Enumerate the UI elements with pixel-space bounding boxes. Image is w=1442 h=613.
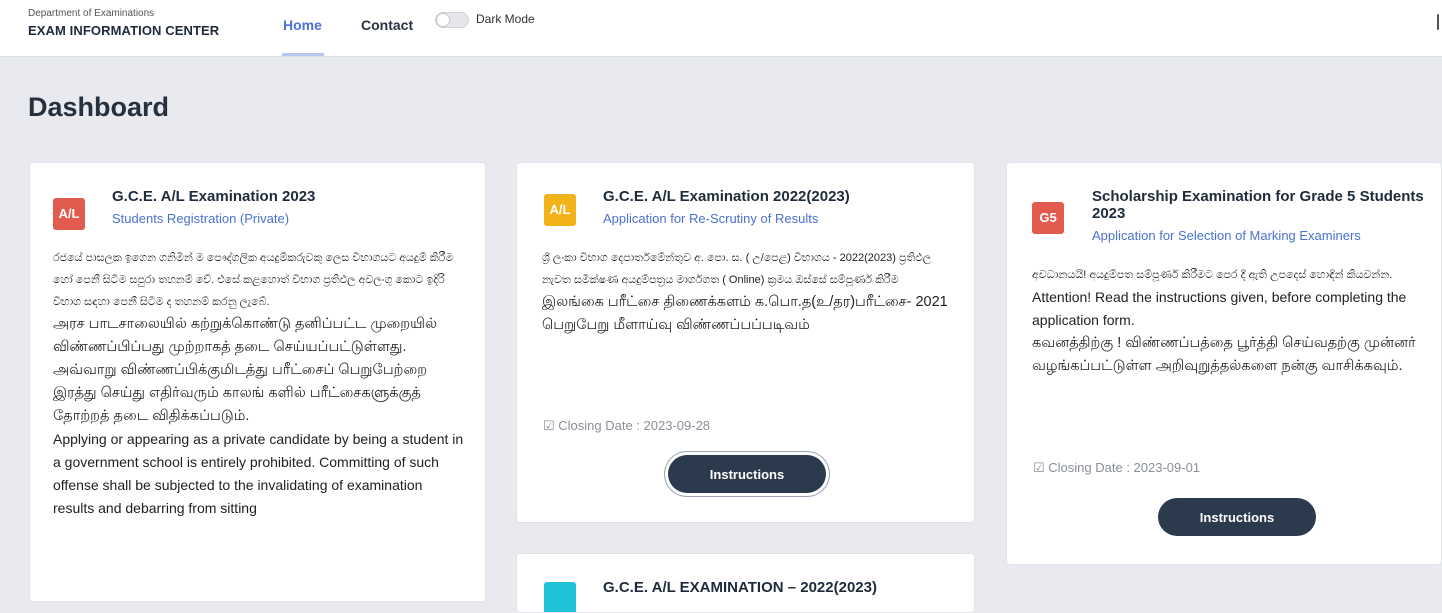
exam-badge <box>544 582 576 612</box>
nav-home-link[interactable]: Home <box>283 17 322 33</box>
nav-active-indicator <box>282 53 324 56</box>
toggle-knob <box>437 14 449 26</box>
exam-card[interactable]: A/L G.C.E. A/L Examination 2022(2023) Ap… <box>516 162 975 523</box>
exam-badge: A/L <box>53 198 85 230</box>
exam-badge: A/L <box>544 194 576 226</box>
top-navbar: Department of Examinations EXAM INFORMAT… <box>0 0 1442 57</box>
instructions-button[interactable]: Instructions <box>1158 498 1316 536</box>
notice-sinhala: අවධානයයි! අයදුම්පත සම්පූර්ණ කිරීමට පෙර ද… <box>1032 269 1393 281</box>
brand[interactable]: Department of Examinations EXAM INFORMAT… <box>28 8 219 38</box>
notice-english: Attention! Read the instructions given, … <box>1032 289 1407 328</box>
checkbox-icon: ☑ <box>543 418 555 433</box>
brand-department: Department of Examinations <box>28 8 155 19</box>
card-title: G.C.E. A/L Examination 2023 <box>112 188 316 205</box>
card-body: රජයේ පාසලක ඉගෙන ගනිමින් ම පෞද්ගලික අයදුම… <box>53 247 465 520</box>
closing-date-text: Closing Date : 2023-09-01 <box>1048 460 1201 475</box>
notice-english: Applying or appearing as a private candi… <box>53 431 464 516</box>
closing-date: ☑ Closing Date : 2023-09-28 <box>543 418 710 434</box>
topbar-edge-marker <box>1437 14 1439 30</box>
card-subtitle: Application for Re-Scrutiny of Results <box>603 211 819 226</box>
exam-card[interactable]: A/L G.C.E. A/L Examination 2023 Students… <box>29 162 486 602</box>
notice-sinhala: ශ්‍රී ලංකා විභාග දෙපාර්තමේන්තුව අ. පො. ස… <box>542 252 932 286</box>
dark-mode-label: Dark Mode <box>476 12 535 26</box>
instructions-button[interactable]: Instructions <box>668 455 826 493</box>
exam-card[interactable]: G.C.E. A/L EXAMINATION – 2022(2023) <box>516 553 975 613</box>
card-title: Scholarship Examination for Grade 5 Stud… <box>1092 188 1424 222</box>
notice-tamil: அரச பாடசாலையில் கற்றுக்கொண்டு தனிப்பட்ட … <box>53 316 438 424</box>
card-subtitle: Students Registration (Private) <box>112 211 290 226</box>
exam-card[interactable]: G5 Scholarship Examination for Grade 5 S… <box>1006 162 1442 565</box>
card-body: අවධානයයි! අයදුම්පත සම්පූර්ණ කිරීමට පෙර ද… <box>1032 264 1440 378</box>
notice-tamil: கவனத்திற்கு ! விண்ணப்பத்தை பூர்த்தி செய்… <box>1032 335 1416 374</box>
brand-name: EXAM INFORMATION CENTER <box>28 23 220 38</box>
card-body: ශ්‍රී ලංකා විභාග දෙපාර්තමේන්තුව අ. පො. ස… <box>542 247 956 337</box>
page-title: Dashboard <box>28 92 170 122</box>
dark-mode-toggle[interactable] <box>435 12 469 28</box>
card-title: G.C.E. A/L EXAMINATION – 2022(2023) <box>603 579 877 596</box>
notice-sinhala: රජයේ පාසලක ඉගෙන ගනිමින් ම පෞද්ගලික අයදුම… <box>53 252 454 308</box>
closing-date: ☑ Closing Date : 2023-09-01 <box>1033 460 1200 476</box>
notice-tamil: இலங்கை பரீட்சை திணைக்களம் க.பொ.த(உ/தர)பர… <box>542 294 948 333</box>
checkbox-icon: ☑ <box>1033 460 1045 475</box>
closing-date-text: Closing Date : 2023-09-28 <box>558 418 711 433</box>
card-title: G.C.E. A/L Examination 2022(2023) <box>603 188 850 205</box>
exam-badge: G5 <box>1032 202 1064 234</box>
card-subtitle: Application for Selection of Marking Exa… <box>1092 228 1361 243</box>
nav-contact-link[interactable]: Contact <box>361 17 413 33</box>
